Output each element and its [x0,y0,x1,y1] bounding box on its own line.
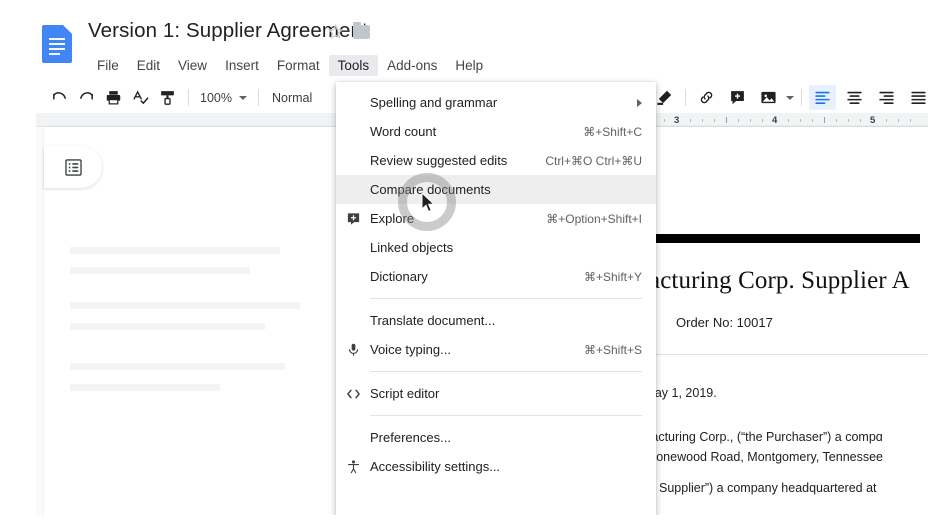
mouse-cursor [421,192,436,213]
document-purchaser-line-1: nufacturing Corp., (“the Purchaser”) a c… [634,430,883,444]
document-header-rule [634,234,920,243]
document-supplier-line: “the Supplier”) a company headquartered … [634,481,877,495]
undo-icon[interactable] [46,85,73,110]
menu-item-label: Translate document... [370,313,496,328]
insert-link-icon[interactable] [693,85,720,110]
menu-item-voice-typing[interactable]: Voice typing... ⌘+Shift+S [336,335,656,364]
zoom-selector[interactable]: 100% [196,91,251,105]
menu-item-label: Review suggested edits [370,153,508,168]
document-page[interactable]: ufacturing Corp. Supplier A Order No: 10… [622,127,928,521]
menu-separator [370,371,642,372]
star-outline-icon[interactable] [328,24,343,39]
menu-item-translate-document[interactable]: Translate document... [336,306,656,335]
menu-item-review-suggested-edits[interactable]: Review suggested edits Ctrl+⌘O Ctrl+⌘U [336,146,656,175]
menu-item-shortcut: Ctrl+⌘O Ctrl+⌘U [545,153,642,168]
menu-item-label: Dictionary [370,269,428,284]
page-title[interactable]: Version 1: Supplier Agreement [88,19,368,43]
menu-item-word-count[interactable]: Word count ⌘+Shift+C [336,117,656,146]
menu-tools[interactable]: Tools [328,54,379,76]
menu-item-label: Accessibility settings... [370,459,501,474]
menu-item-label: Explore [370,211,415,226]
google-docs-window: Version 1: Supplier Agreement File Edit … [0,0,928,521]
ruler-label-4: 4 [772,115,778,126]
document-order-number: Order No: 10017 [676,315,773,330]
image-options-chevron-icon[interactable] [786,95,794,100]
menu-item-label: Preferences... [370,430,451,445]
menu-addons[interactable]: Add-ons [378,55,446,76]
show-document-outline-button[interactable] [44,146,102,188]
script-editor-icon [346,386,361,401]
menu-separator [370,298,642,299]
align-right-icon[interactable] [873,85,900,110]
menu-item-accessibility-settings[interactable]: Accessibility settings... [336,452,656,481]
document-divider [622,354,928,355]
menu-item-label: Linked objects [370,240,454,255]
chevron-right-icon [637,98,642,107]
menu-separator [370,415,642,416]
paint-format-icon[interactable] [154,85,181,110]
print-icon[interactable] [100,85,127,110]
insert-image-icon[interactable] [755,85,782,110]
menu-item-shortcut: ⌘+Shift+C [583,124,642,139]
spellcheck-icon[interactable] [127,85,154,110]
zoom-value: 100% [200,90,232,105]
tools-dropdown-menu[interactable]: Spelling and grammar Word count ⌘+Shift+… [336,82,656,518]
explore-icon [346,211,361,226]
menu-help[interactable]: Help [446,55,492,76]
left-screen-margin [0,0,36,521]
ruler-label-5: 5 [870,115,876,126]
accessibility-icon [346,459,361,474]
menu-format[interactable]: Format [268,55,329,76]
ruler-label-3: 3 [674,115,680,126]
chevron-down-icon [238,95,247,100]
menu-item-explore[interactable]: Explore ⌘+Option+Shift+I [336,204,656,233]
align-justify-icon[interactable] [905,85,928,110]
menubar: File Edit View Insert Format Tools Add-o… [88,54,492,76]
bottom-screen-margin [0,515,928,521]
redo-icon[interactable] [73,85,100,110]
paragraph-style-selector[interactable]: Normal [266,91,318,105]
align-left-icon[interactable] [809,85,836,110]
menu-file[interactable]: File [88,55,128,76]
add-comment-icon[interactable] [724,85,751,110]
menu-item-shortcut: ⌘+Shift+S [583,342,642,357]
align-center-icon[interactable] [841,85,868,110]
microphone-icon [346,342,361,357]
move-to-folder-icon[interactable] [353,21,370,39]
menu-item-dictionary[interactable]: Dictionary ⌘+Shift+Y [336,262,656,291]
menu-item-label: Script editor [370,386,440,401]
menu-item-label: Voice typing... [370,342,451,357]
menu-insert[interactable]: Insert [216,55,268,76]
menu-item-preferences[interactable]: Preferences... [336,423,656,452]
menu-item-spelling-and-grammar[interactable]: Spelling and grammar [336,88,656,117]
title-icon-group [328,21,370,39]
menu-item-label: Word count [370,124,437,139]
menu-item-label: Spelling and grammar [370,95,498,110]
document-heading: ufacturing Corp. Supplier A [628,267,910,294]
google-docs-icon[interactable] [42,25,72,63]
document-purchaser-line-2: 3 Stonewood Road, Montgomery, Tennessee [634,450,883,464]
docs-chrome: Version 1: Supplier Agreement File Edit … [36,0,928,521]
menu-item-script-editor[interactable]: Script editor [336,379,656,408]
menu-edit[interactable]: Edit [128,55,169,76]
document-outline-icon [64,158,82,176]
menu-item-linked-objects[interactable]: Linked objects [336,233,656,262]
menu-item-label: Compare documents [370,182,491,197]
menu-view[interactable]: View [169,55,216,76]
menu-item-compare-documents[interactable]: Compare documents [336,175,656,204]
menu-item-shortcut: ⌘+Shift+Y [583,269,642,284]
menu-item-shortcut: ⌘+Option+Shift+I [546,211,642,226]
